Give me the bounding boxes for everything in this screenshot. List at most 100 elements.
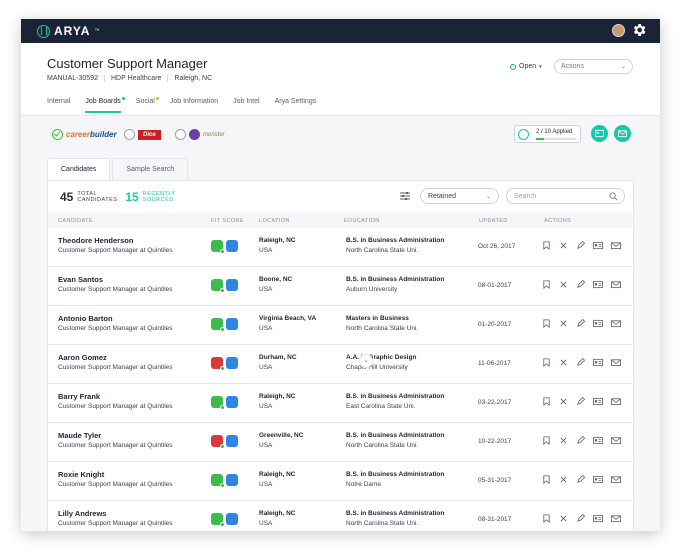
fit-score[interactable]: [211, 279, 238, 293]
tab-internal[interactable]: Internal: [47, 98, 70, 113]
edit-icon[interactable]: [576, 280, 585, 289]
monster-radio[interactable]: [175, 129, 186, 140]
board-monster[interactable]: monster: [175, 129, 225, 140]
mail-icon[interactable]: [611, 475, 621, 484]
mail-icon[interactable]: [611, 319, 621, 328]
fit-score[interactable]: [211, 357, 238, 371]
column-header-education[interactable]: EDUCATION: [344, 218, 380, 224]
table-row[interactable]: Barry Frank Customer Support Manager at Q…: [48, 384, 633, 423]
gear-icon[interactable]: [631, 22, 647, 38]
tab-candidates[interactable]: Candidates: [47, 158, 111, 180]
bookmark-icon[interactable]: [542, 358, 551, 367]
bookmark-icon[interactable]: [542, 280, 551, 289]
column-header-location[interactable]: LOCATION: [259, 218, 290, 224]
edit-icon[interactable]: [576, 397, 585, 406]
bookmark-icon[interactable]: [542, 397, 551, 406]
tab-label: Internal: [47, 98, 71, 105]
contact-card-icon[interactable]: [593, 475, 603, 484]
contact-card-icon[interactable]: [593, 436, 603, 445]
close-icon[interactable]: [559, 241, 568, 250]
careerbuilder-radio[interactable]: [52, 129, 63, 140]
search-input[interactable]: Search: [506, 188, 625, 204]
edit-icon[interactable]: [576, 475, 585, 484]
mail-icon[interactable]: [611, 397, 621, 406]
close-icon[interactable]: [559, 280, 568, 289]
candidate-name[interactable]: Antonio Barton: [58, 314, 113, 323]
bookmark-icon[interactable]: [542, 514, 551, 523]
edit-icon[interactable]: [576, 436, 585, 445]
dice-radio[interactable]: [124, 129, 135, 140]
edit-icon[interactable]: [576, 319, 585, 328]
contact-card-icon[interactable]: [593, 319, 603, 328]
candidate-name[interactable]: Roxie Knight: [58, 470, 104, 479]
contact-card-button[interactable]: [591, 125, 608, 142]
mail-icon[interactable]: [611, 241, 621, 250]
tab-job-boards[interactable]: Job Boards: [85, 97, 125, 113]
edit-icon[interactable]: [576, 358, 585, 367]
tab-arya-settings[interactable]: Arya Settings: [275, 98, 317, 113]
fit-score[interactable]: [211, 474, 238, 488]
arya-logo[interactable]: ARYA ™: [37, 24, 99, 38]
close-icon[interactable]: [559, 475, 568, 484]
bookmark-icon[interactable]: [542, 241, 551, 250]
close-icon[interactable]: [559, 319, 568, 328]
candidate-name[interactable]: Maude Tyler: [58, 431, 101, 440]
contact-card-icon[interactable]: [593, 397, 603, 406]
table-row[interactable]: Roxie Knight Customer Support Manager at …: [48, 462, 633, 501]
education-school: North Carolina State Uni.: [346, 325, 419, 332]
candidate-name[interactable]: Theodore Henderson: [58, 236, 133, 245]
candidate-role: Customer Support Manager at Quintiles: [58, 325, 173, 332]
candidate-name[interactable]: Lilly Andrews: [58, 509, 106, 518]
table-row[interactable]: Maude Tyler Customer Support Manager at Q…: [48, 423, 633, 462]
profile-hexagon-icon: [226, 513, 238, 525]
table-row[interactable]: Antonio Barton Customer Support Manager a…: [48, 306, 633, 345]
close-icon[interactable]: [559, 514, 568, 523]
close-icon[interactable]: [559, 397, 568, 406]
email-button[interactable]: [614, 125, 631, 142]
mail-icon[interactable]: [611, 514, 621, 523]
close-icon[interactable]: [559, 358, 568, 367]
status-filter-select[interactable]: Retained ⌄: [420, 188, 499, 204]
tab-social[interactable]: Social: [136, 97, 159, 113]
column-header-updated[interactable]: UPDATED: [479, 218, 508, 224]
candidate-name[interactable]: Barry Frank: [58, 392, 100, 401]
tab-sample-search[interactable]: Sample Search: [112, 158, 189, 180]
tab-job-intel[interactable]: Job Intel: [233, 98, 259, 113]
contact-card-icon[interactable]: [593, 514, 603, 523]
fit-score-hexagon-icon: [211, 279, 225, 293]
tab-job-information[interactable]: Job Information: [170, 98, 218, 113]
fit-score[interactable]: [211, 318, 238, 332]
job-nav-tabs: Internal Job Boards Social Job Informati…: [47, 97, 331, 113]
column-header-candidate[interactable]: CANDIDATE: [58, 218, 93, 224]
fit-score[interactable]: [211, 396, 238, 410]
close-icon[interactable]: [559, 436, 568, 445]
table-row[interactable]: Evan Santos Customer Support Manager at Q…: [48, 267, 633, 306]
table-row[interactable]: Theodore Henderson Customer Support Manag…: [48, 228, 633, 267]
bookmark-icon[interactable]: [542, 475, 551, 484]
edit-icon[interactable]: [576, 241, 585, 250]
column-header-fit-score[interactable]: FIT SCORE: [211, 218, 244, 224]
table-row[interactable]: Aaron Gomez Customer Support Manager at Q…: [48, 345, 633, 384]
board-careerbuilder[interactable]: careerbuilder: [52, 129, 117, 140]
mail-icon[interactable]: [611, 280, 621, 289]
contact-card-icon[interactable]: [593, 358, 603, 367]
fit-score[interactable]: [211, 513, 238, 527]
board-dice[interactable]: Dice: [124, 129, 161, 140]
mail-icon[interactable]: [611, 358, 621, 367]
job-status-dropdown[interactable]: Open ▾: [510, 63, 542, 70]
chevron-down-icon[interactable]: ⌄: [359, 354, 373, 368]
table-row[interactable]: Lilly Andrews Customer Support Manager at…: [48, 501, 633, 531]
filter-sliders-icon[interactable]: [398, 189, 412, 203]
mail-icon[interactable]: [611, 436, 621, 445]
fit-score[interactable]: [211, 240, 238, 254]
edit-icon[interactable]: [576, 514, 585, 523]
actions-dropdown[interactable]: Actions ⌄: [554, 59, 633, 74]
candidate-name[interactable]: Aaron Gomez: [58, 353, 107, 362]
contact-card-icon[interactable]: [593, 241, 603, 250]
bookmark-icon[interactable]: [542, 436, 551, 445]
contact-card-icon[interactable]: [593, 280, 603, 289]
candidate-name[interactable]: Evan Santos: [58, 275, 103, 284]
fit-score[interactable]: [211, 435, 238, 449]
user-avatar[interactable]: [612, 24, 625, 37]
bookmark-icon[interactable]: [542, 319, 551, 328]
